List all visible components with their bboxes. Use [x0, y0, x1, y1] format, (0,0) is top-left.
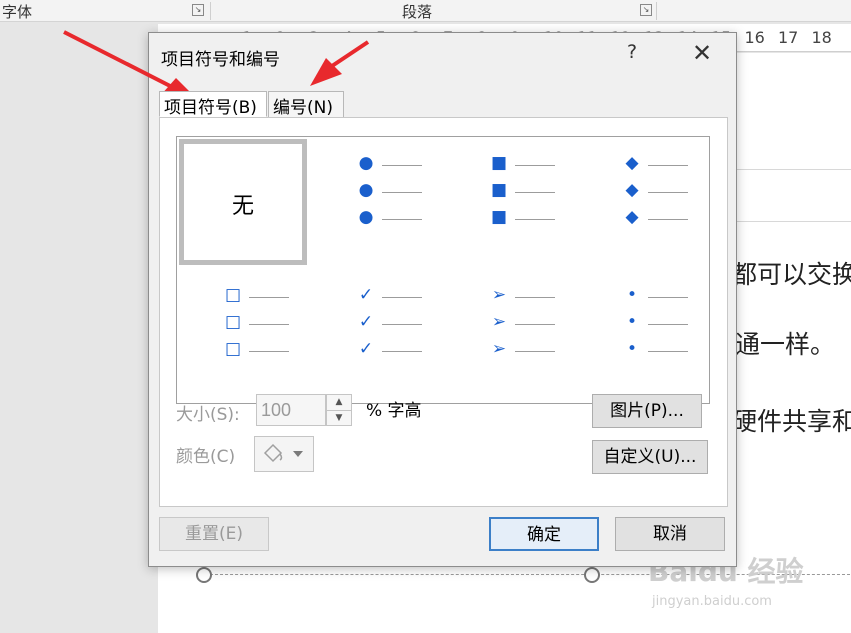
bullet-text-line [648, 324, 688, 325]
ribbon-separator [656, 2, 657, 20]
size-unit-label: % 字高 [366, 401, 422, 421]
small-dot-bullet-icon: • [626, 312, 638, 332]
ruler-number: 18 [811, 28, 832, 47]
bullet-text-line [382, 192, 422, 193]
filled-square-bullet-icon: ■ [490, 207, 508, 227]
spin-down-icon[interactable]: ▼ [327, 410, 351, 425]
filled-square-bullet-icon: ■ [490, 180, 508, 200]
arrowhead-bullet-icon: ➢ [491, 285, 507, 305]
size-spinner[interactable]: ▲ ▼ [326, 394, 352, 426]
bullet-style-arrowhead[interactable]: ➢ ➢ ➢ [445, 271, 573, 397]
ribbon-separator [210, 2, 211, 20]
bullet-text-line [515, 324, 555, 325]
check-mark-bullet-icon: ✓ [358, 285, 374, 305]
small-dot-bullet-icon: • [626, 339, 638, 359]
small-dot-bullet-icon: • [626, 285, 638, 305]
bullet-text-line [249, 351, 289, 352]
no-bullet-label: 无 [231, 194, 254, 219]
bullet-text-line [249, 324, 289, 325]
bullet-text-line [382, 351, 422, 352]
bullet-text-line [515, 192, 555, 193]
bullet-style-small-dot[interactable]: • • • [578, 271, 706, 397]
arrowhead-bullet-icon: ➢ [491, 312, 507, 332]
paint-bucket-icon [263, 443, 303, 463]
bullet-style-hollow-square[interactable]: □ □ □ [179, 271, 307, 397]
bullet-text-line [648, 297, 688, 298]
bullet-text-line [249, 297, 289, 298]
spin-up-icon[interactable]: ▲ [327, 395, 351, 410]
document-text-line: 通一样。 [735, 330, 836, 359]
ok-button[interactable]: 确定 [489, 517, 599, 551]
bullet-text-line [382, 324, 422, 325]
bullet-text-line [648, 351, 688, 352]
document-text-line: 硬件共享和 [732, 407, 851, 436]
bullets-and-numbering-dialog: 项目符号和编号 ? ✕ 项目符号(B) 编号(N) 无 ● ● ● ■ ■ ■ ◆ ◆ ◆ □ □ □ ✓… [148, 32, 737, 567]
hollow-square-bullet-icon: □ [224, 285, 242, 305]
resize-handle[interactable] [196, 567, 212, 583]
arrowhead-bullet-icon: ➢ [491, 339, 507, 359]
tab-bullets[interactable]: 项目符号(B) [159, 91, 267, 118]
bullet-style-check-mark[interactable]: ✓ ✓ ✓ [312, 271, 440, 397]
cancel-button[interactable]: 取消 [615, 517, 725, 551]
filled-circle-bullet-icon: ● [358, 180, 374, 200]
bullet-text-line [515, 297, 555, 298]
ruler-number: 16 [744, 28, 765, 47]
tab-bullets-label: 项目符号(B) [164, 98, 257, 118]
filled-diamond-bullet-icon: ◆ [625, 153, 639, 173]
filled-diamond-bullet-icon: ◆ [625, 180, 639, 200]
bullet-text-line [648, 219, 688, 220]
watermark-url: jingyan.baidu.com [652, 594, 772, 609]
hollow-square-bullet-icon: □ [224, 339, 242, 359]
bullet-style-filled-circle[interactable]: ● ● ● [312, 139, 440, 265]
color-picker-button[interactable] [254, 436, 314, 472]
ribbon-group-font-label: 字体 [2, 3, 33, 21]
resize-handle[interactable] [584, 567, 600, 583]
bullet-style-filled-square[interactable]: ■ ■ ■ [445, 139, 573, 265]
document-text-line: 都可以交换 [732, 260, 851, 289]
bullet-text-line [382, 297, 422, 298]
bullet-gallery: 无 ● ● ● ■ ■ ■ ◆ ◆ ◆ □ □ □ ✓ ✓ ✓ ➢ ➢ ➢ • • • [176, 136, 710, 404]
bullet-style-none[interactable]: 无 [179, 139, 307, 265]
bullet-text-line [382, 165, 422, 166]
customize-button[interactable]: 自定义(U)... [592, 440, 708, 474]
bullet-text-line [515, 351, 555, 352]
help-icon[interactable]: ? [619, 41, 645, 63]
page-margin-line [735, 169, 851, 170]
check-mark-bullet-icon: ✓ [358, 339, 374, 359]
bullet-style-filled-diamond[interactable]: ◆ ◆ ◆ [578, 139, 706, 265]
picture-button[interactable]: 图片(P)... [592, 394, 702, 428]
reset-button[interactable]: 重置(E) [159, 517, 269, 551]
bullet-text-line [648, 192, 688, 193]
size-input[interactable] [256, 394, 326, 426]
bullet-text-line [382, 219, 422, 220]
page-margin-line [735, 221, 851, 222]
bullet-text-line [515, 219, 555, 220]
close-icon[interactable]: ✕ [687, 39, 717, 69]
filled-circle-bullet-icon: ● [358, 153, 374, 173]
ruler-number: 17 [778, 28, 799, 47]
filled-square-bullet-icon: ■ [490, 153, 508, 173]
color-label: 颜色(C) [176, 447, 236, 467]
paragraph-dialog-launcher-icon[interactable]: ↘ [640, 4, 652, 16]
ribbon-strip: 字体 ↘ 段落 ↘ [0, 0, 851, 22]
bullet-text-line [515, 165, 555, 166]
bullets-panel: 无 ● ● ● ■ ■ ■ ◆ ◆ ◆ □ □ □ ✓ ✓ ✓ ➢ ➢ ➢ • • • 大小(S): ▲ ▼ % 字高 颜… [159, 117, 728, 507]
filled-circle-bullet-icon: ● [358, 207, 374, 227]
size-label: 大小(S): [176, 405, 240, 425]
filled-diamond-bullet-icon: ◆ [625, 207, 639, 227]
ribbon-group-paragraph-label: 段落 [402, 3, 433, 21]
bullet-text-line [648, 165, 688, 166]
font-dialog-launcher-icon[interactable]: ↘ [192, 4, 204, 16]
hollow-square-bullet-icon: □ [224, 312, 242, 332]
check-mark-bullet-icon: ✓ [358, 312, 374, 332]
